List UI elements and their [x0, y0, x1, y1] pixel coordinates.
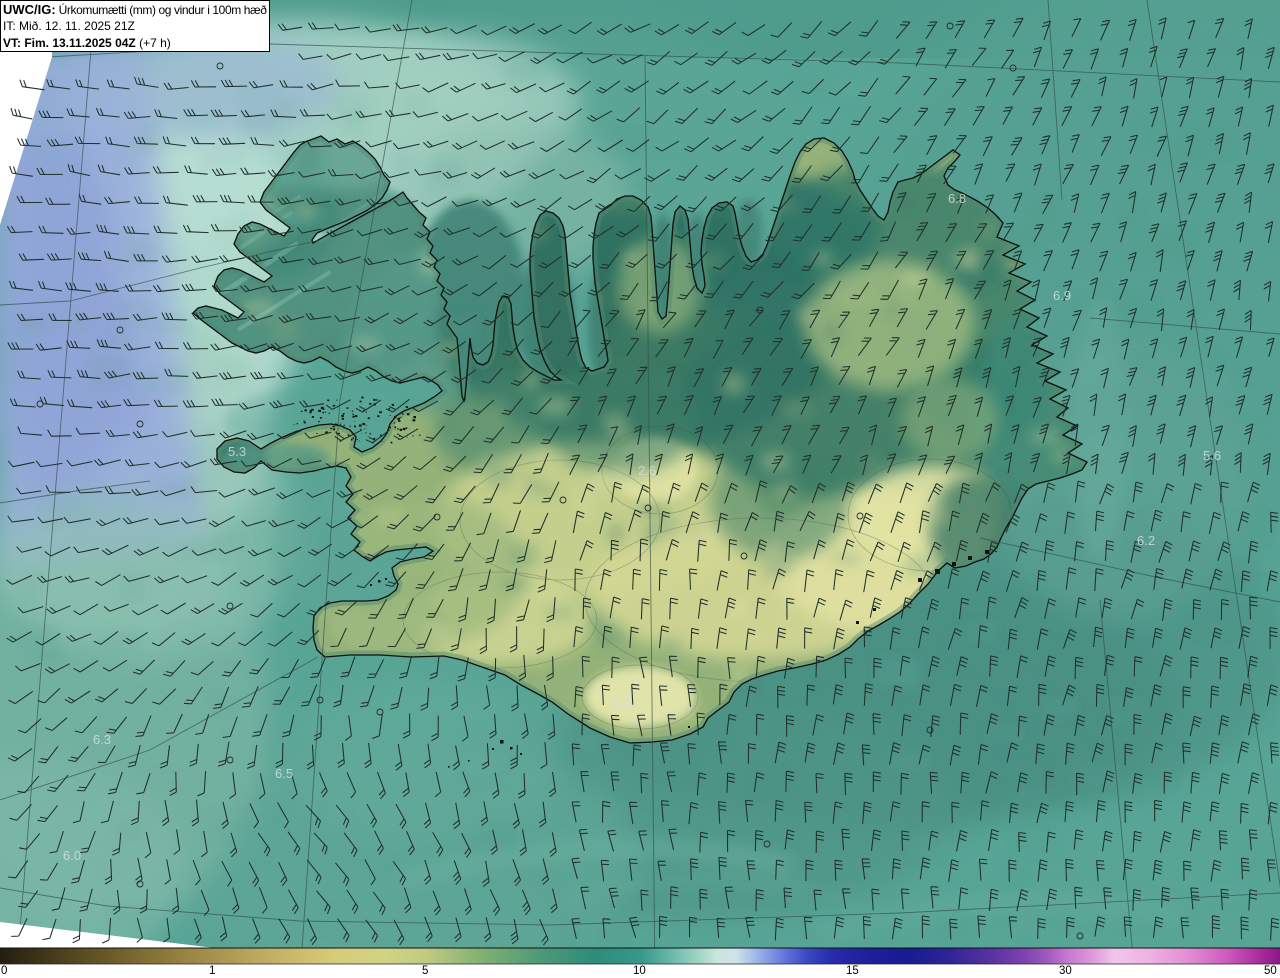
- svg-text:6.2: 6.2: [1137, 533, 1155, 548]
- svg-text:6.5: 6.5: [275, 766, 293, 781]
- svg-text:5.3: 5.3: [228, 444, 246, 459]
- svg-text:6.0: 6.0: [63, 848, 81, 863]
- svg-text:2.2: 2.2: [613, 693, 631, 708]
- svg-text:2.6: 2.6: [638, 463, 656, 478]
- svg-text:6.3: 6.3: [93, 732, 111, 747]
- svg-text:6.8: 6.8: [948, 191, 966, 206]
- svg-text:6.9: 6.9: [1053, 288, 1071, 303]
- svg-text:5.6: 5.6: [1203, 448, 1221, 463]
